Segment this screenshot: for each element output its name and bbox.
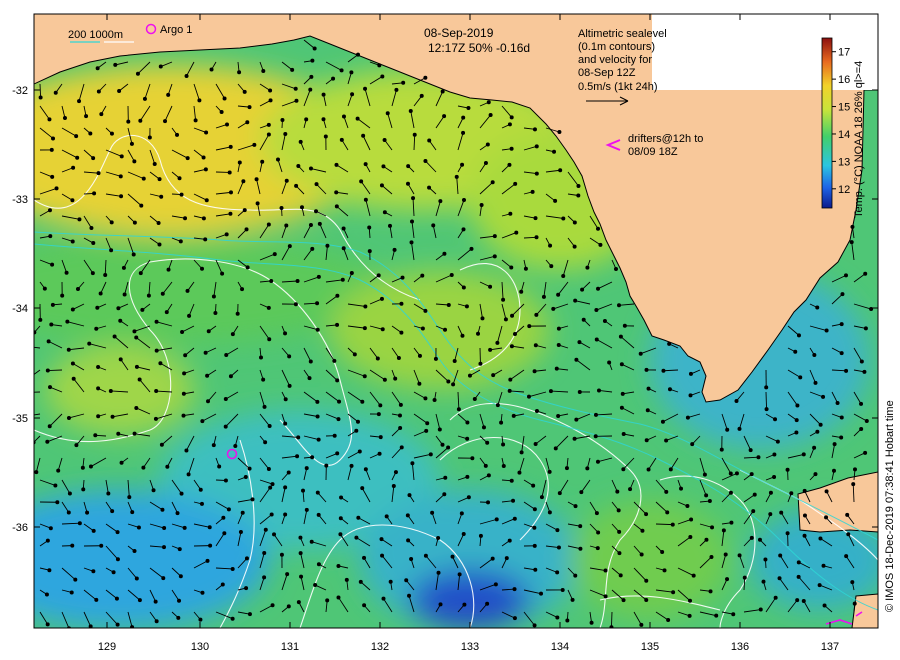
altimetry-line-2: (0.1m contours) (578, 41, 655, 53)
sst-map: -32 -33 -34 -35 -36 129 130 131 132 133 134 135 136… (12, 13, 896, 653)
colorbar-tick-label: 12 (838, 184, 850, 196)
x-tick-label: 134 (551, 641, 569, 653)
colorbar-tick-label: 15 (838, 102, 850, 114)
y-tick-label: -32 (12, 85, 28, 97)
y-tick-label: -33 (12, 194, 28, 206)
map-time: 12:17Z 50% -0.16d (428, 41, 530, 55)
land-southeast-lower (851, 593, 878, 628)
altimetry-line-5: 0.5m/s (1kt 24h) (578, 81, 657, 93)
x-tick-label: 136 (731, 641, 749, 653)
colorbar-ramp (821, 37, 833, 209)
x-tick-label: 132 (371, 641, 389, 653)
y-tick-label: -35 (12, 413, 28, 425)
x-tick-label: 131 (281, 641, 299, 653)
y-tick-label: -36 (12, 522, 28, 534)
altimetry-line-1: Altimetric sealevel (578, 28, 667, 40)
colorbar-tick-label: 16 (838, 74, 850, 86)
colorbar-title: Temp. (°C) NOAA 18 26% ql>=4 (853, 61, 865, 218)
x-tick-label: 133 (461, 641, 479, 653)
sst-field (34, 14, 878, 628)
depth-legend-text: 200 1000m (68, 29, 123, 41)
colorbar-tick-label: 17 (838, 47, 850, 59)
drifter-line-2: 08/09 18Z (628, 146, 678, 158)
altimetry-line-4: 08-Sep 12Z (578, 67, 636, 79)
altimetry-line-3: and velocity for (578, 54, 652, 66)
colorbar-tick-label: 14 (838, 129, 850, 141)
x-tick-label: 135 (641, 641, 659, 653)
x-tick-label: 129 (98, 641, 116, 653)
drifter-line-1: drifters@12h to (628, 133, 703, 145)
map-date: 08-Sep-2019 (424, 26, 494, 40)
x-tick-label: 137 (821, 641, 839, 653)
y-tick-label: -34 (12, 303, 28, 315)
credit-text: © IMOS 18-Dec-2019 07:38:41 Hobart time (884, 400, 896, 612)
colorbar-tick-label: 13 (838, 156, 850, 168)
argo-legend-text: Argo 1 (160, 24, 192, 36)
x-tick-label: 130 (191, 641, 209, 653)
